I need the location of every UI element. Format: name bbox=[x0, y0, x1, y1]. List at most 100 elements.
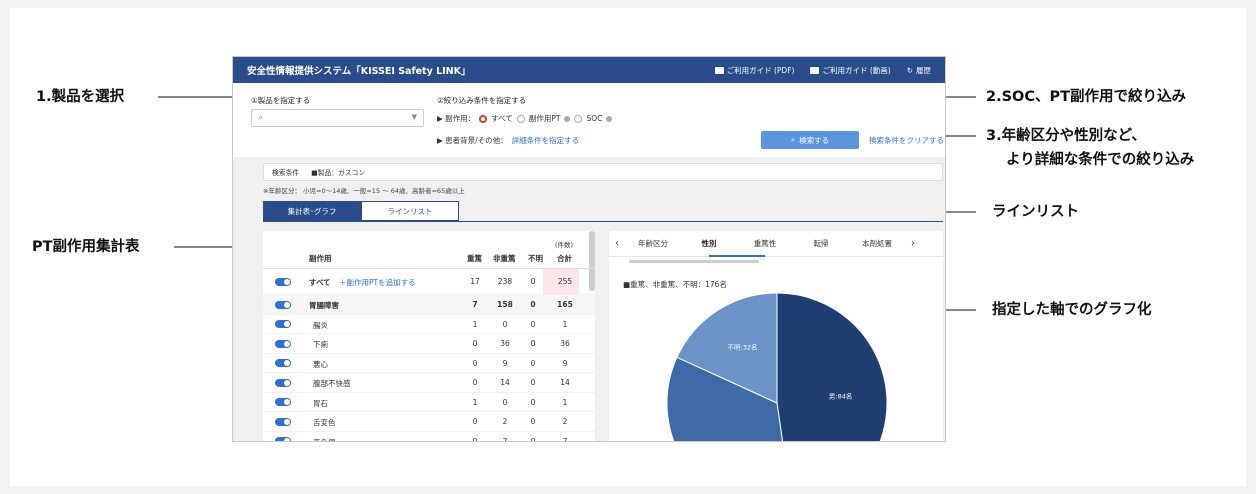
search-icon: ⌕ bbox=[790, 135, 796, 144]
cell-total: 2 bbox=[562, 417, 568, 426]
table-row: 胃石 1 0 0 1 bbox=[263, 393, 595, 412]
history-icon: ↻ bbox=[906, 65, 913, 75]
row-toggle[interactable] bbox=[275, 320, 291, 328]
row-name: すべて bbox=[309, 278, 331, 287]
table-header: 副作用 重篤 非重篤 不明 (件数) 合計 bbox=[263, 231, 595, 269]
callout-detailed-1: 3.年齢区分や性別など、 bbox=[986, 128, 1146, 144]
row-name: 胃石 bbox=[313, 398, 328, 408]
pt-summary-table: 副作用 重篤 非重篤 不明 (件数) 合計 すべて ＋副作用PTを追加する 17 23… bbox=[263, 231, 595, 442]
row-toggle[interactable] bbox=[275, 437, 291, 441]
clear-condition-link[interactable]: 検索条件をクリアする bbox=[869, 135, 944, 146]
row-toggle[interactable] bbox=[275, 378, 291, 387]
cell-total: 165 bbox=[557, 300, 573, 309]
cell-nonserious: 36 bbox=[500, 339, 510, 348]
results-area: 検索条件 ■製品：ガスコン ※年齢区分： 小児=0〜14歳、一般=15 〜 64… bbox=[233, 157, 945, 442]
cell-unknown: 0 bbox=[530, 358, 536, 368]
app-title: 安全性情報提供システム「KISSEI Safety LINK」 bbox=[247, 66, 471, 77]
cell-serious: 17 bbox=[470, 277, 480, 286]
table-row: 胃腸障害 7 158 0 165 bbox=[263, 295, 595, 315]
row-toggle[interactable] bbox=[275, 359, 291, 367]
guide-pdf-link[interactable]: ご利用ガイド (PDF) bbox=[714, 65, 794, 76]
row-toggle[interactable] bbox=[275, 300, 291, 309]
cell-total: 255 bbox=[557, 277, 573, 286]
row-name: 腹部不快感 bbox=[313, 379, 351, 388]
product-select[interactable]: ⌕ ▼ bbox=[251, 109, 424, 127]
cell-unknown: 0 bbox=[530, 300, 536, 309]
cell-nonserious: 9 bbox=[502, 358, 508, 368]
tab-summary[interactable]: 集計表･グラフ bbox=[263, 201, 361, 221]
cell-unknown: 0 bbox=[530, 436, 536, 442]
cell-nonserious: 0 bbox=[502, 397, 508, 407]
cell-total: 36 bbox=[560, 339, 570, 348]
info-icon bbox=[564, 115, 571, 122]
row-name: 下痢 bbox=[313, 340, 328, 349]
cell-total: 9 bbox=[562, 358, 568, 368]
table-row: 変色便 0 7 0 7 bbox=[263, 432, 595, 442]
age-note: ※年齢区分： 小児=0〜14歳、一般=15 〜 64歳、高齢者=65歳以上 bbox=[263, 187, 465, 195]
row-toggle[interactable] bbox=[275, 339, 291, 348]
info-icon bbox=[606, 115, 613, 122]
callout-pt-table: PT副作用集計表 bbox=[32, 239, 140, 255]
row-toggle[interactable] bbox=[275, 278, 291, 286]
cell-unknown: 0 bbox=[530, 319, 536, 329]
search-icon: ⌕ bbox=[258, 113, 264, 123]
callout-graph: 指定した軸でのグラフ化 bbox=[992, 302, 1152, 318]
cell-unknown: 0 bbox=[530, 378, 536, 387]
app-header: 安全性情報提供システム「KISSEI Safety LINK」 ご利用ガイド (… bbox=[233, 57, 945, 83]
pie-slice-label: 男:84名 bbox=[829, 391, 852, 400]
condition-summary: 検索条件 ■製品：ガスコン bbox=[263, 163, 943, 181]
radio-pt[interactable] bbox=[516, 114, 525, 123]
radio-soc[interactable] bbox=[574, 114, 583, 123]
cell-unknown: 0 bbox=[530, 277, 536, 286]
section1-label: ①製品を指定する bbox=[251, 96, 311, 105]
cell-total: 1 bbox=[562, 319, 568, 329]
app-screenshot: 安全性情報提供システム「KISSEI Safety LINK」 ご利用ガイド (… bbox=[232, 56, 946, 442]
table-row: 悪心 0 9 0 9 bbox=[263, 354, 595, 373]
pie-slice-label: 不明:32名 bbox=[728, 342, 758, 351]
cell-total: 14 bbox=[560, 378, 570, 387]
cell-nonserious: 7 bbox=[502, 436, 508, 442]
pie-slice bbox=[776, 292, 888, 441]
cell-serious: 1 bbox=[472, 319, 478, 329]
cell-serious: 0 bbox=[472, 378, 478, 387]
chart-panel: ‹ 年齢区分 性別 重篤性 転帰 本剤処置 › ■重篤、非重篤、不明：176名 … bbox=[609, 231, 943, 441]
search-button[interactable]: ⌕ 検索する bbox=[761, 131, 859, 149]
video-icon bbox=[810, 66, 820, 74]
cell-nonserious: 238 bbox=[497, 277, 513, 286]
chevron-down-icon: ▼ bbox=[411, 113, 417, 121]
guide-video-link[interactable]: ご利用ガイド (動画) bbox=[810, 65, 891, 76]
row-name: 舌変色 bbox=[313, 418, 336, 427]
result-tabs: 集計表･グラフ ラインリスト bbox=[263, 201, 459, 221]
row-name: 変色便 bbox=[313, 437, 336, 442]
cell-unknown: 0 bbox=[530, 397, 536, 407]
cell-total: 7 bbox=[562, 436, 568, 442]
cell-unknown: 0 bbox=[530, 339, 536, 348]
tab-linelist[interactable]: ラインリスト bbox=[361, 201, 459, 221]
row-toggle[interactable] bbox=[275, 398, 291, 406]
book-icon bbox=[714, 66, 724, 74]
history-link[interactable]: ↻ 履歴 bbox=[907, 65, 931, 76]
cell-serious: 0 bbox=[472, 436, 478, 442]
cell-nonserious: 158 bbox=[497, 300, 513, 309]
tab-divider bbox=[263, 221, 943, 222]
cell-total: 1 bbox=[562, 397, 568, 407]
callout-select-product: 1.製品を選択 bbox=[36, 89, 125, 105]
table-row: 下痢 0 36 0 36 bbox=[263, 334, 595, 354]
detail-condition-link[interactable]: 詳細条件を指定する bbox=[512, 135, 580, 146]
table-row: 舌変色 0 2 0 2 bbox=[263, 412, 595, 432]
table-row: 腸炎 1 0 0 1 bbox=[263, 315, 595, 334]
radio-all[interactable] bbox=[479, 114, 488, 123]
add-pt-link[interactable]: ＋副作用PTを追加する bbox=[339, 277, 416, 288]
header-links: ご利用ガイド (PDF) ご利用ガイド (動画) ↻ 履歴 bbox=[714, 65, 931, 76]
callout-line-list: ラインリスト bbox=[992, 204, 1079, 220]
row-toggle[interactable] bbox=[275, 417, 291, 426]
pie-chart: 男:84名 不明:32名 bbox=[666, 292, 888, 441]
section2-label: ②絞り込み条件を指定する bbox=[437, 96, 527, 105]
table-row: すべて ＋副作用PTを追加する 17 238 0 255 bbox=[263, 269, 595, 295]
cell-nonserious: 2 bbox=[502, 417, 508, 426]
callout-narrow-soc-pt: 2.SOC、PT副作用で絞り込み bbox=[986, 89, 1187, 105]
callout-detailed-2: より詳細な条件での絞り込み bbox=[1006, 152, 1195, 168]
cell-serious: 1 bbox=[472, 397, 478, 407]
cell-nonserious: 0 bbox=[502, 319, 508, 329]
table-row: 腹部不快感 0 14 0 14 bbox=[263, 373, 595, 393]
